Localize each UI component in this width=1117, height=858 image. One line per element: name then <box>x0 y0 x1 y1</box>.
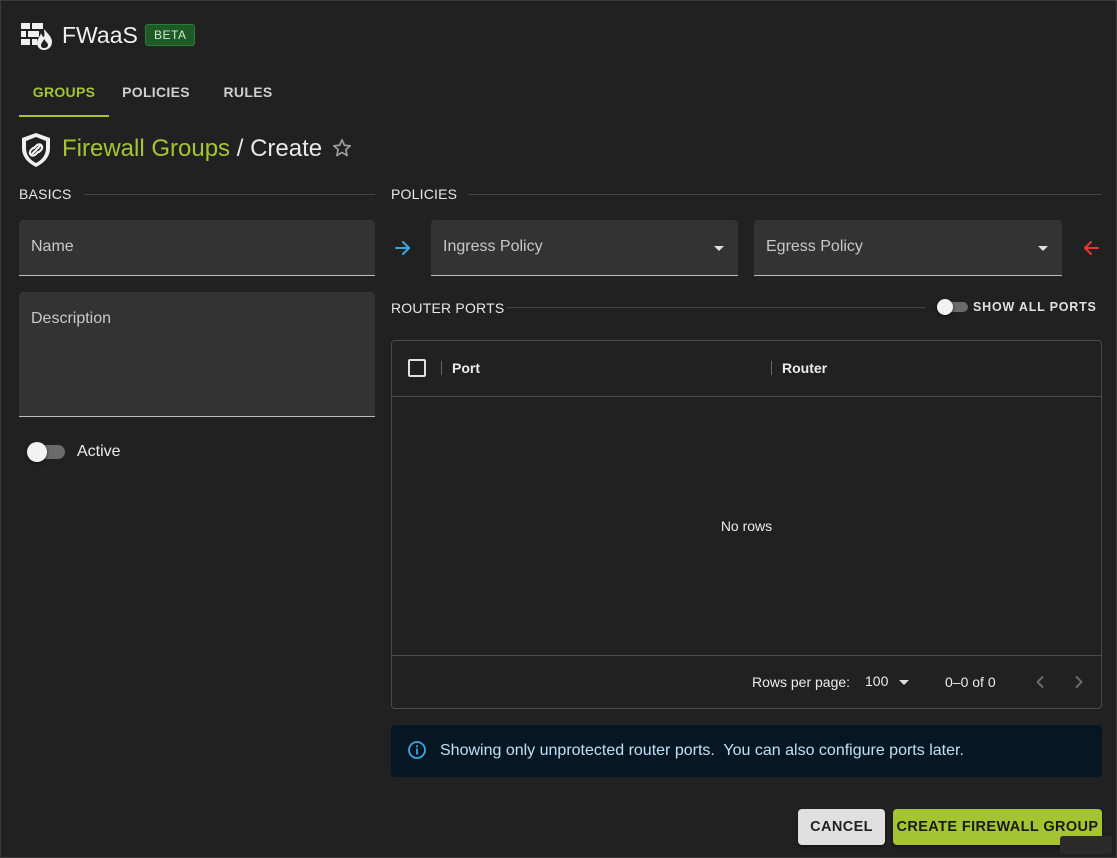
chevron-left-icon <box>1036 676 1044 688</box>
description-field-label: Description <box>31 310 112 327</box>
beta-badge: BETA <box>145 24 196 46</box>
app-title: FWaaS <box>62 22 138 48</box>
tab-groups[interactable]: GROUPS <box>19 81 109 117</box>
chevron-right-icon <box>1075 676 1083 688</box>
firewall-logo-icon <box>21 21 53 51</box>
shield-link-icon <box>20 132 52 168</box>
egress-policy-label: Egress Policy <box>766 238 863 255</box>
active-label: Active <box>77 443 121 460</box>
next-page-button[interactable] <box>1067 670 1091 694</box>
column-header-port[interactable]: Port <box>452 360 480 376</box>
select-all-checkbox[interactable] <box>408 359 426 377</box>
basics-divider <box>84 194 375 195</box>
column-separator <box>771 361 772 375</box>
egress-arrow-icon <box>1081 238 1101 258</box>
chevron-down-icon <box>899 680 909 685</box>
rows-per-page-value: 100 <box>865 673 889 689</box>
breadcrumb: Firewall Groups / Create <box>62 133 322 165</box>
breadcrumb-separator: / <box>236 135 244 162</box>
rows-per-page-label: Rows per page: <box>752 674 851 690</box>
active-toggle[interactable] <box>27 442 65 462</box>
basics-section-title: BASICS <box>19 186 72 202</box>
ingress-arrow-icon <box>393 238 413 258</box>
info-banner: Showing only unprotected router ports. Y… <box>391 725 1102 777</box>
description-field[interactable]: Description <box>19 292 375 417</box>
cancel-button[interactable]: CANCEL <box>798 809 885 845</box>
info-icon <box>407 740 427 760</box>
chevron-down-icon <box>714 246 724 251</box>
name-field[interactable]: Name <box>19 220 375 276</box>
router-ports-section-title: ROUTER PORTS <box>391 300 505 316</box>
router-ports-divider <box>507 307 925 308</box>
table-header: Port Router <box>392 341 1101 397</box>
tab-rules[interactable]: RULES <box>213 81 283 117</box>
show-all-ports-toggle[interactable] <box>937 299 969 315</box>
favorite-star-icon[interactable] <box>331 137 353 159</box>
show-all-ports-label: SHOW ALL PORTS <box>973 300 1097 314</box>
name-field-label: Name <box>31 238 74 255</box>
rows-per-page-select[interactable]: 100 <box>865 672 911 692</box>
column-separator <box>441 361 442 375</box>
breadcrumb-current: Create <box>250 135 323 162</box>
column-header-router[interactable]: Router <box>782 360 827 376</box>
empty-table-message: No rows <box>720 518 773 534</box>
info-banner-text: Showing only unprotected router ports. Y… <box>440 742 964 759</box>
router-ports-table: Port Router No rows Rows per page: 100 0… <box>391 340 1102 709</box>
policies-divider <box>468 194 1102 195</box>
ingress-policy-select[interactable]: Ingress Policy <box>431 220 738 276</box>
tab-policies[interactable]: POLICIES <box>116 81 196 117</box>
previous-page-button[interactable] <box>1028 670 1052 694</box>
ingress-policy-label: Ingress Policy <box>443 238 543 255</box>
breadcrumb-firewall-groups-link[interactable]: Firewall Groups <box>62 135 230 162</box>
chevron-down-icon <box>1038 246 1048 251</box>
table-footer: Rows per page: 100 0–0 of 0 <box>392 655 1101 709</box>
corner-overlay-badge <box>1060 836 1112 854</box>
egress-policy-select[interactable]: Egress Policy <box>754 220 1062 276</box>
pagination-info: 0–0 of 0 <box>945 674 996 690</box>
policies-section-title: POLICIES <box>391 186 458 202</box>
